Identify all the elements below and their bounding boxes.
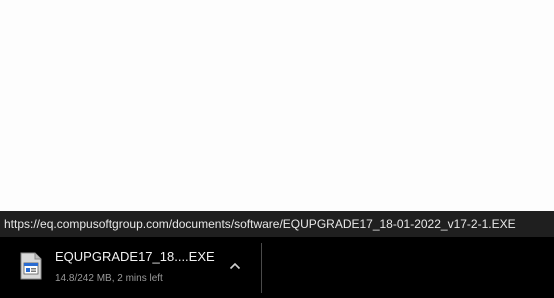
exe-file-icon: [18, 251, 44, 281]
download-shelf: EQUPGRADE17_18....EXE 14.8/242 MB, 2 min…: [0, 237, 554, 298]
download-item[interactable]: EQUPGRADE17_18....EXE 14.8/242 MB, 2 min…: [0, 237, 262, 298]
shelf-divider: [261, 243, 262, 293]
status-url-bubble: https://eq.compusoftgroup.com/documents/…: [0, 211, 554, 237]
chevron-up-icon[interactable]: [224, 255, 246, 277]
download-status: 14.8/242 MB, 2 mins left: [55, 273, 163, 284]
download-file-name: EQUPGRADE17_18....EXE: [55, 249, 215, 264]
browser-page: https://eq.compusoftgroup.com/documents/…: [0, 0, 554, 298]
page-viewport: [0, 0, 554, 211]
